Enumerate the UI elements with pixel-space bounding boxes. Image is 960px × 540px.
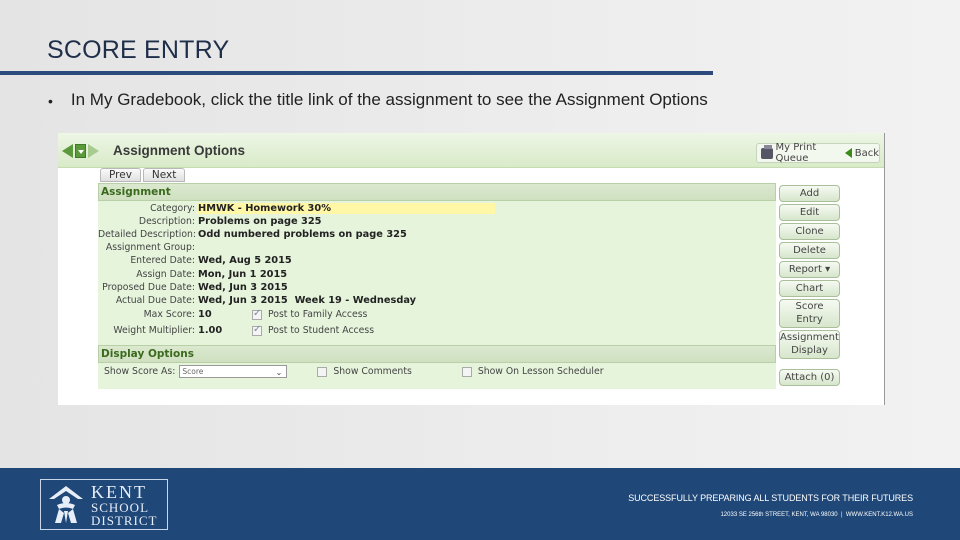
nav-arrows [62, 144, 99, 158]
show-score-label: Show Score As: [104, 366, 176, 378]
field-label: Description: [138, 216, 195, 228]
field-value: Problems on page 325 [198, 216, 322, 228]
field-category: Category: HMWK - Homework 30% [98, 202, 776, 215]
prev-button[interactable]: Prev [100, 168, 141, 182]
action-buttons: Add Edit Clone Delete Report ▾ Chart Sco… [779, 185, 841, 388]
field-label: Assignment Group: [105, 242, 195, 254]
show-score-value: Score [182, 367, 204, 377]
show-comments-label: Show Comments [333, 366, 412, 378]
slide-title: SCORE ENTRY [47, 36, 230, 64]
assignment-display-line2: Display [791, 344, 828, 356]
next-button[interactable]: Next [142, 168, 186, 182]
logo-text: KENT SCHOOL DISTRICT [91, 483, 158, 527]
field-weight-multiplier: Weight Multiplier: 1.00 Post to Student … [98, 323, 776, 339]
footer-address: 12033 SE 256th STREET, KENT, WA 98030 | … [720, 512, 913, 518]
field-label: Assign Date: [136, 268, 195, 280]
display-options-row: Show Score As: Score ⌄ Show Comments Sho… [98, 363, 776, 381]
field-value: Wed, Jun 3 2015 Week 19 - Wednesday [198, 294, 417, 306]
field-proposed-due-date: Proposed Due Date: Wed, Jun 3 2015 [98, 281, 776, 294]
field-description: Description: Problems on page 325 [98, 215, 776, 228]
back-icon [844, 148, 852, 158]
report-button[interactable]: Report ▾ [779, 261, 840, 278]
field-label: Category: [150, 203, 195, 215]
back-arrow-icon[interactable] [62, 144, 73, 158]
field-value: Odd numbered problems on page 325 [198, 229, 407, 241]
add-button[interactable]: Add [779, 185, 840, 202]
field-assign-date: Assign Date: Mon, Jun 1 2015 [98, 267, 776, 280]
footer-tagline: SUCCESSFULLY PREPARING ALL STUDENTS FOR … [628, 493, 913, 503]
post-student-checkbox[interactable] [252, 324, 262, 336]
score-entry-line2: Entry [796, 313, 823, 325]
bullet-dot: • [48, 93, 53, 109]
assignment-section-header: Assignment [98, 183, 776, 201]
post-family-access[interactable]: Post to Family Access [252, 308, 368, 321]
show-comments-option[interactable]: Show Comments [317, 366, 412, 378]
forward-arrow-icon[interactable] [88, 144, 99, 158]
menu-dropdown-icon[interactable] [75, 144, 86, 158]
post-student-access[interactable]: Post to Student Access [252, 324, 375, 337]
title-divider [0, 71, 713, 75]
panel-header: Assignment Options My Print Queue Back [58, 133, 884, 168]
bullet-item: • In My Gradebook, click the title link … [48, 90, 708, 112]
show-lesson-checkbox[interactable] [461, 366, 472, 377]
assignment-display-button[interactable]: Assignment Display [779, 330, 840, 359]
assignment-options-screenshot: Assignment Options My Print Queue Back P… [58, 133, 885, 405]
field-label: Actual Due Date: [115, 294, 195, 306]
field-label: Proposed Due Date: [102, 281, 195, 293]
print-queue-back-button[interactable]: My Print Queue Back [756, 142, 880, 164]
post-family-checkbox[interactable] [252, 308, 262, 320]
assignment-form: Assignment Category: HMWK - Homework 30%… [98, 183, 776, 389]
display-options-header: Display Options [98, 344, 776, 363]
field-value: Wed, Aug 5 2015 [198, 255, 292, 267]
chevron-down-icon: ⌄ [275, 368, 283, 378]
field-label: Detailed Description: [98, 229, 197, 241]
edit-button[interactable]: Edit [779, 204, 840, 221]
back-label[interactable]: Back [855, 148, 879, 159]
clone-button[interactable]: Clone [779, 223, 840, 240]
prev-next-tabs: Prev Next [100, 168, 186, 182]
field-assignment-group: Assignment Group: [98, 241, 776, 254]
field-actual-due-date: Actual Due Date: Wed, Jun 3 2015 Week 19… [98, 294, 776, 307]
printer-icon [761, 144, 773, 159]
field-value: Wed, Jun 3 2015 [198, 281, 288, 293]
house-figures-icon [49, 485, 83, 523]
field-label: Entered Date: [130, 255, 195, 267]
field-value: 1.00 [198, 325, 223, 337]
post-student-label: Post to Student Access [268, 325, 375, 337]
print-queue-label[interactable]: My Print Queue [776, 142, 839, 164]
delete-button[interactable]: Delete [779, 242, 840, 259]
attach-button[interactable]: Attach (0) [779, 369, 840, 386]
field-label: Weight Multiplier: [113, 325, 195, 337]
district-logo: KENT SCHOOL DISTRICT [40, 479, 168, 530]
score-entry-button[interactable]: Score Entry [779, 299, 840, 328]
logo-line-district: DISTRICT [91, 512, 158, 528]
logo-line-kent: KENT [91, 481, 147, 502]
field-value: 10 [198, 309, 212, 321]
logo-line-school: SCHOOL [91, 499, 150, 515]
show-comments-checkbox[interactable] [317, 366, 328, 377]
footer: KENT SCHOOL DISTRICT SUCCESSFULLY PREPAR… [0, 468, 960, 540]
field-value: HMWK - Homework 30% [197, 203, 495, 215]
field-value: Mon, Jun 1 2015 [198, 268, 288, 280]
field-detailed-description: Detailed Description: Odd numbered probl… [98, 228, 776, 241]
field-max-score: Max Score: 10 Post to Family Access [98, 307, 776, 323]
show-score-select[interactable]: Score ⌄ [179, 365, 288, 379]
chart-button[interactable]: Chart [779, 280, 840, 297]
bullet-text: In My Gradebook, click the title link of… [70, 90, 708, 109]
panel-title: Assignment Options [113, 143, 246, 158]
field-entered-date: Entered Date: Wed, Aug 5 2015 [98, 254, 776, 267]
show-lesson-label: Show On Lesson Scheduler [477, 366, 604, 378]
show-lesson-option[interactable]: Show On Lesson Scheduler [461, 366, 604, 378]
field-label: Max Score: [143, 309, 195, 321]
post-family-label: Post to Family Access [268, 309, 368, 321]
assignment-display-line1: Assignment [780, 332, 839, 343]
score-entry-line1: Score [795, 301, 824, 312]
